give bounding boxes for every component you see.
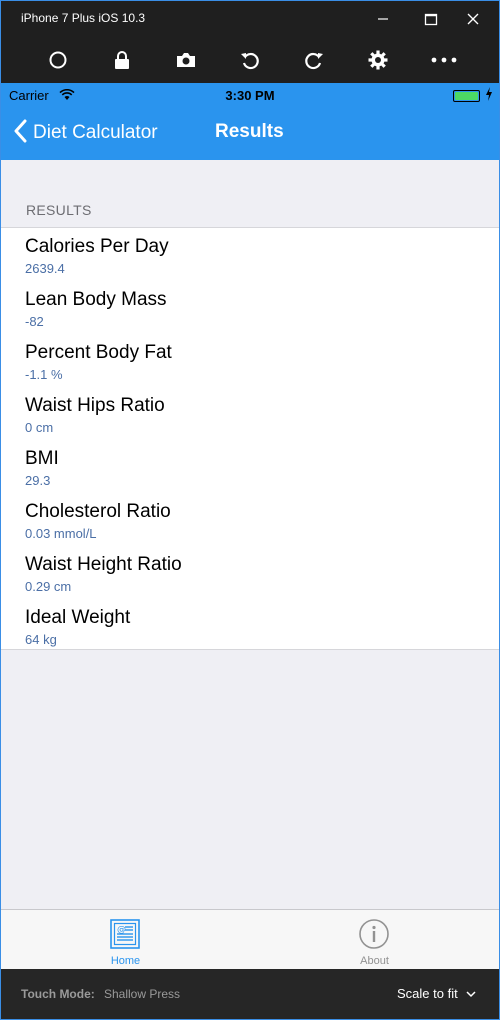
tab-about[interactable]: About xyxy=(250,910,499,969)
result-row[interactable]: Lean Body Mass -82 xyxy=(1,281,499,334)
chevron-down-icon xyxy=(466,986,476,1001)
result-value: 0.29 cm xyxy=(25,579,72,594)
result-value: -1.1 % xyxy=(25,367,63,382)
ios-status-bar: Carrier 3:30 PM xyxy=(1,83,499,107)
result-title: Ideal Weight xyxy=(25,607,131,628)
result-row[interactable]: Cholesterol Ratio 0.03 mmol/L xyxy=(1,493,499,546)
more-icon[interactable] xyxy=(431,47,457,73)
tab-bar: @ Home About xyxy=(1,909,499,969)
tab-home-label: Home xyxy=(110,955,141,967)
tab-home[interactable]: @ Home xyxy=(1,910,250,969)
result-row[interactable]: BMI 29.3 xyxy=(1,440,499,493)
result-value: 0.03 mmol/L xyxy=(25,526,97,541)
navigation-bar: Diet Calculator Results xyxy=(1,107,499,160)
touch-mode-value[interactable]: Shallow Press xyxy=(104,987,180,1001)
home-button-icon[interactable] xyxy=(45,47,71,73)
result-title: Cholesterol Ratio xyxy=(25,501,171,522)
result-title: Waist Hips Ratio xyxy=(25,395,165,416)
scale-dropdown[interactable]: Scale to fit xyxy=(397,986,476,1001)
result-row[interactable]: Percent Body Fat -1.1 % xyxy=(1,334,499,387)
device-screen: Carrier 3:30 PM Diet Calculator Results … xyxy=(1,83,499,969)
info-icon xyxy=(358,918,390,950)
result-row[interactable]: Waist Hips Ratio 0 cm xyxy=(1,387,499,440)
simulator-toolbar xyxy=(1,37,499,84)
result-row[interactable]: Ideal Weight 64 kg xyxy=(1,599,499,652)
chevron-left-icon xyxy=(13,119,27,148)
page-title: Results xyxy=(215,121,284,142)
back-button-label: Diet Calculator xyxy=(33,122,158,143)
settings-gear-icon[interactable] xyxy=(365,47,391,73)
result-title: Lean Body Mass xyxy=(25,289,167,310)
results-section-header: RESULTS xyxy=(26,202,92,218)
result-value: 29.3 xyxy=(25,473,51,488)
battery-icon xyxy=(453,90,480,102)
touch-mode-label: Touch Mode: xyxy=(21,987,95,1001)
scale-label: Scale to fit xyxy=(397,986,458,1001)
rotate-left-icon[interactable] xyxy=(237,47,263,73)
window-title: iPhone 7 Plus iOS 10.3 xyxy=(21,11,146,25)
simulator-footer: Touch Mode: Shallow Press Scale to fit xyxy=(1,969,499,1019)
result-value: 64 kg xyxy=(25,632,57,647)
result-title: Waist Height Ratio xyxy=(25,554,182,575)
result-value: 2639.4 xyxy=(25,261,65,276)
home-document-icon: @ xyxy=(109,918,141,950)
lock-icon[interactable] xyxy=(109,47,135,73)
results-list: Calories Per Day 2639.4 Lean Body Mass -… xyxy=(1,227,499,650)
window-titlebar: iPhone 7 Plus iOS 10.3 xyxy=(1,1,499,37)
screenshot-camera-icon[interactable] xyxy=(173,47,199,73)
rotate-right-icon[interactable] xyxy=(301,47,327,73)
minimize-icon[interactable] xyxy=(373,9,393,29)
charging-bolt-icon xyxy=(485,87,493,106)
tab-about-label: About xyxy=(360,955,389,967)
maximize-icon[interactable] xyxy=(421,9,441,29)
result-row[interactable]: Waist Height Ratio 0.29 cm xyxy=(1,546,499,599)
result-title: Calories Per Day xyxy=(25,236,169,257)
result-title: BMI xyxy=(25,448,59,469)
status-time: 3:30 PM xyxy=(225,88,275,103)
battery-level xyxy=(455,92,478,100)
back-button[interactable]: Diet Calculator xyxy=(13,119,158,147)
close-icon[interactable] xyxy=(463,9,483,29)
result-title: Percent Body Fat xyxy=(25,342,172,363)
result-value: 0 cm xyxy=(25,420,54,435)
result-row[interactable]: Calories Per Day 2639.4 xyxy=(1,228,499,281)
result-value: -82 xyxy=(25,314,44,329)
